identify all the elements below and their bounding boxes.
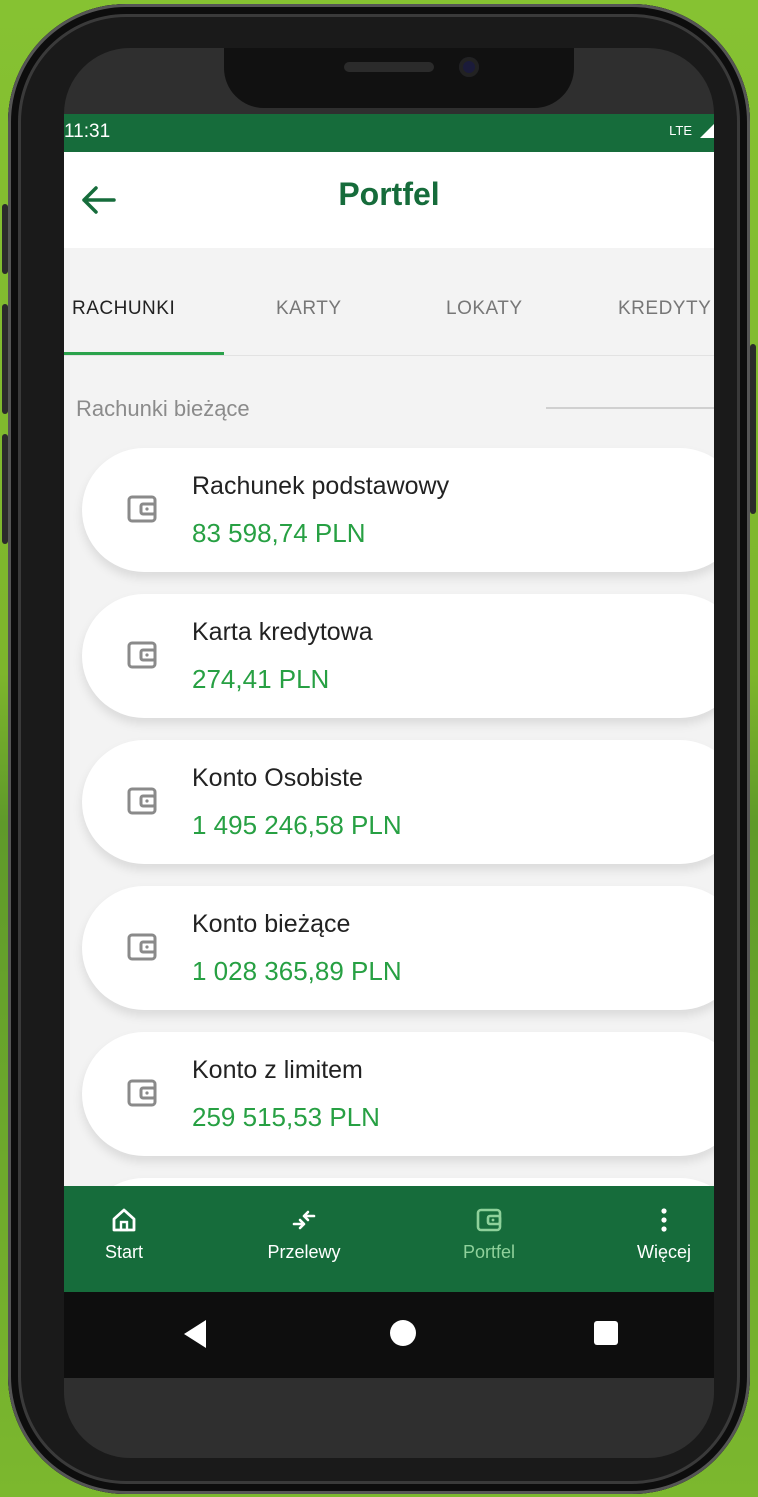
tabs-divider bbox=[64, 355, 714, 356]
system-recents-icon[interactable] bbox=[594, 1321, 618, 1345]
wallet-icon bbox=[476, 1208, 502, 1232]
notch bbox=[224, 48, 574, 108]
account-balance: 259 515,53 PLN bbox=[192, 1102, 380, 1132]
tab-karty[interactable]: KARTY bbox=[276, 298, 342, 320]
system-back-icon[interactable] bbox=[184, 1320, 206, 1348]
wallet-icon bbox=[127, 1079, 157, 1107]
signal-icon bbox=[700, 124, 714, 138]
nav-label: Więcej bbox=[636, 1242, 691, 1262]
speaker-grille bbox=[344, 62, 434, 72]
wallet-icon bbox=[127, 495, 157, 523]
account-card[interactable]: Konto Osobiste 1 495 246,58 PLN bbox=[82, 740, 714, 864]
account-name: Karta kredytowa bbox=[192, 618, 373, 646]
transfer-arrows-icon bbox=[292, 1210, 316, 1230]
app-header: Portfel bbox=[64, 152, 714, 248]
account-balance: 274,41 PLN bbox=[192, 664, 330, 694]
page-title: Portfel bbox=[338, 176, 440, 212]
account-balance: 83 598,74 PLN bbox=[192, 518, 366, 548]
app-content: Portfel RACHUNKI KARTY LOKATY KREDYTY Ra… bbox=[64, 152, 714, 1302]
phone-frame: 11:31 LTE Portfel RACHUNKI KARTY LOKATY … bbox=[2, 4, 756, 1494]
account-name: Rachunek podstawowy bbox=[192, 472, 450, 500]
account-card[interactable]: Konto bieżące 1 028 365,89 PLN bbox=[82, 886, 714, 1010]
nav-wiecej[interactable]: Więcej bbox=[604, 1206, 714, 1263]
system-home-icon[interactable] bbox=[390, 1320, 416, 1346]
phone-screen: 11:31 LTE Portfel RACHUNKI KARTY LOKATY … bbox=[64, 48, 714, 1458]
account-card[interactable]: Rachunek podstawowy 83 598,74 PLN bbox=[82, 448, 714, 572]
system-navigation-bar bbox=[64, 1292, 714, 1378]
account-balance: 1 028 365,89 PLN bbox=[192, 956, 402, 986]
phone-side-button bbox=[2, 204, 8, 274]
status-bar: 11:31 LTE bbox=[64, 114, 714, 152]
wallet-icon bbox=[127, 933, 157, 961]
account-card[interactable]: Karta kredytowa 274,41 PLN bbox=[82, 594, 714, 718]
wallet-icon bbox=[127, 641, 157, 669]
section-divider bbox=[546, 407, 714, 409]
tab-kredyty[interactable]: KREDYTY bbox=[618, 298, 711, 320]
nav-portfel[interactable]: Portfel bbox=[429, 1206, 549, 1263]
phone-side-button bbox=[2, 434, 8, 544]
nav-label: Start bbox=[104, 1242, 143, 1262]
nav-label: Portfel bbox=[462, 1242, 516, 1262]
phone-side-button bbox=[750, 344, 756, 514]
account-name: Konto bieżące bbox=[192, 910, 351, 938]
account-name: Konto z limitem bbox=[192, 1056, 363, 1084]
bottom-nav: Start Przelewy Portfel Więcej bbox=[64, 1186, 714, 1292]
section-title: Rachunki bieżące bbox=[76, 396, 250, 421]
nav-przelewy[interactable]: Przelewy bbox=[244, 1206, 364, 1263]
account-balance: 1 495 246,58 PLN bbox=[192, 810, 402, 840]
status-time: 11:31 bbox=[64, 121, 111, 142]
more-vertical-icon bbox=[661, 1208, 667, 1232]
wallet-icon bbox=[127, 787, 157, 815]
front-camera bbox=[459, 57, 479, 77]
tab-lokaty[interactable]: LOKATY bbox=[446, 298, 523, 320]
nav-start[interactable]: Start bbox=[64, 1206, 184, 1263]
phone-side-button bbox=[2, 304, 8, 414]
network-type: LTE bbox=[669, 123, 692, 138]
account-name: Konto Osobiste bbox=[192, 764, 363, 792]
home-icon bbox=[112, 1208, 136, 1232]
nav-label: Przelewy bbox=[267, 1242, 341, 1262]
tab-rachunki[interactable]: RACHUNKI bbox=[72, 298, 175, 320]
account-card[interactable]: Konto z limitem 259 515,53 PLN bbox=[82, 1032, 714, 1156]
tabs-bar: RACHUNKI KARTY LOKATY KREDYTY bbox=[64, 248, 714, 358]
